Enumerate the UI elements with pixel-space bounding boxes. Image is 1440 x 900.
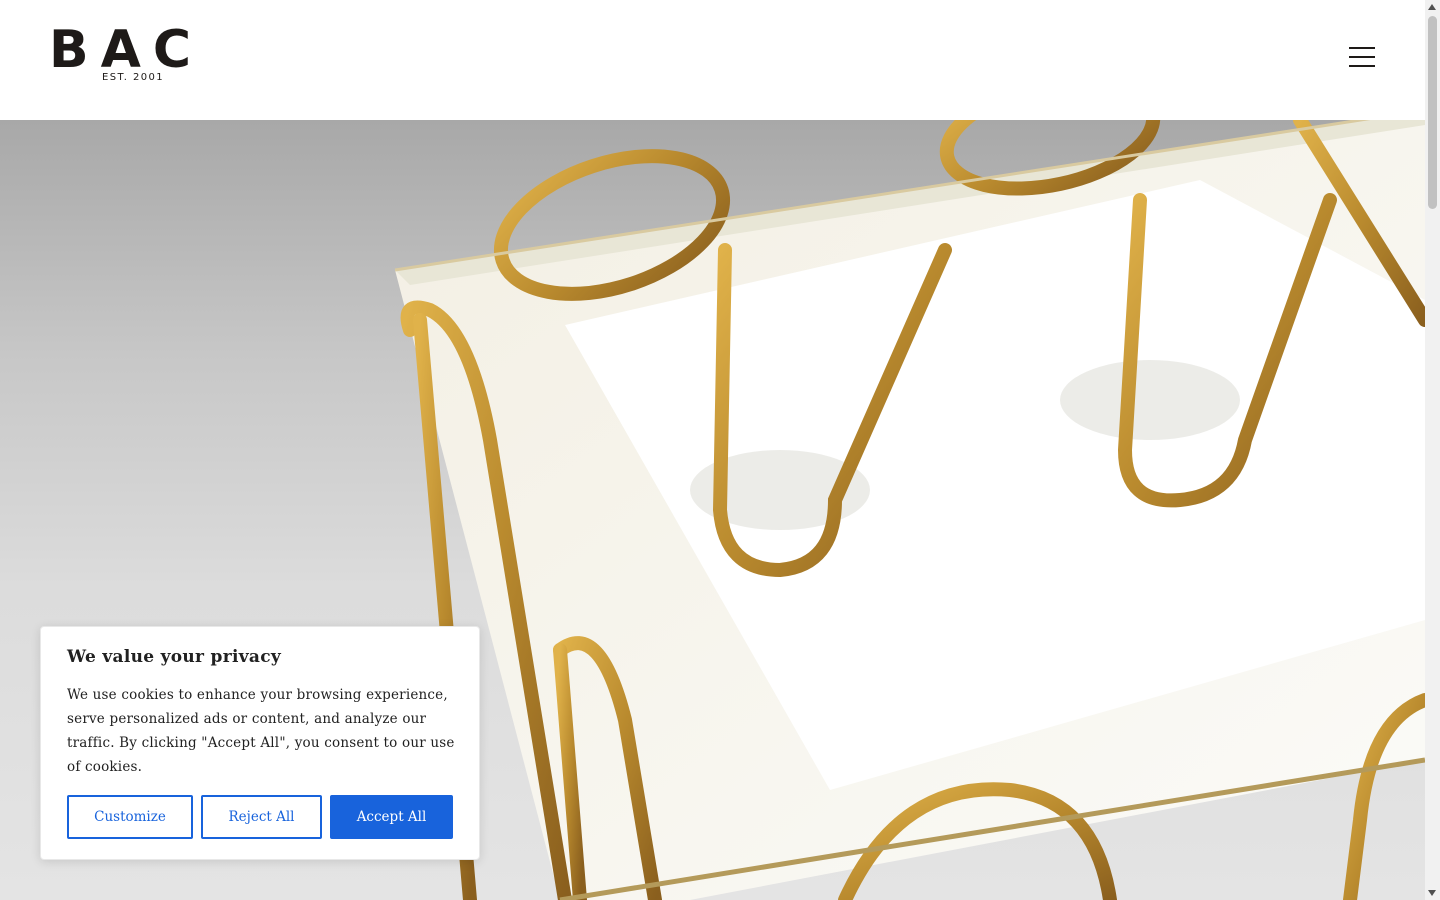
customize-button[interactable]: Customize [67,795,193,839]
site-logo[interactable]: BAC EST. 2001 [49,20,221,86]
cookie-consent-banner: We value your privacy We use cookies to … [40,626,480,860]
hamburger-icon[interactable] [1346,44,1378,70]
scroll-up-arrow-icon[interactable] [1428,4,1436,10]
accept-all-button[interactable]: Accept All [330,795,453,839]
cookie-banner-text: We use cookies to enhance your browsing … [67,687,455,775]
cookie-banner-title: We value your privacy [67,647,282,667]
site-header: BAC EST. 2001 [0,0,1425,120]
logo-text: BAC [49,20,204,80]
scroll-down-arrow-icon[interactable] [1428,890,1436,896]
scroll-thumb[interactable] [1428,16,1437,209]
scrollbar[interactable] [1425,0,1440,900]
logo-subtitle: EST. 2001 [102,72,164,83]
reject-all-button[interactable]: Reject All [201,795,322,839]
